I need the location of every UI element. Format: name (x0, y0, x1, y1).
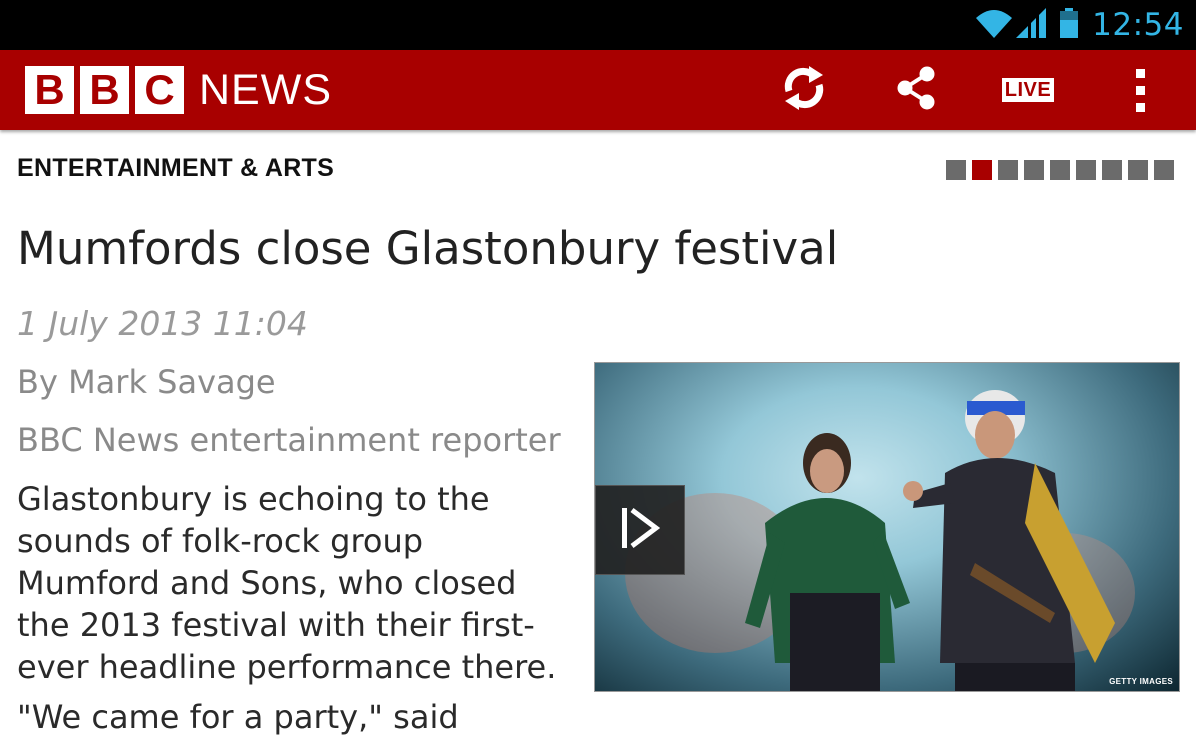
page-indicator-dot (1050, 160, 1070, 180)
article-byline: By Mark Savage (17, 363, 276, 401)
paragraph-line: ever headline performance there. (17, 648, 557, 686)
article-date: 1 July 2013 11:04 (17, 304, 308, 343)
logo-letter-b1: B (25, 66, 74, 114)
video-play-icon (620, 506, 661, 554)
logo-news-word: NEWS (199, 65, 332, 114)
page-indicator-dot (1076, 160, 1096, 180)
live-button[interactable]: LIVE (988, 50, 1068, 130)
wifi-icon (974, 6, 1014, 44)
page-indicator-dot (1102, 160, 1122, 180)
logo-letter-b2: B (80, 66, 129, 114)
signal-icon (1014, 6, 1048, 44)
page-indicator-dot (1128, 160, 1148, 180)
status-bar: 12:54 (0, 0, 1196, 50)
bbc-news-logo[interactable]: B B C NEWS (25, 66, 332, 114)
battery-icon (1058, 6, 1080, 44)
status-time: 12:54 (1092, 7, 1184, 43)
refresh-icon (779, 63, 829, 117)
page-indicator-dot (946, 160, 966, 180)
page-indicator (946, 160, 1174, 180)
page-indicator-dot-active (972, 160, 992, 180)
share-button[interactable] (876, 50, 956, 130)
article-paragraph: Glastonbury is echoing to the sounds of … (17, 478, 577, 688)
overflow-menu-button[interactable] (1100, 50, 1180, 130)
status-icons: 12:54 (974, 0, 1196, 50)
paragraph-line: Glastonbury is echoing to the (17, 480, 490, 518)
video-play-button[interactable] (595, 485, 685, 575)
page-indicator-dot (1154, 160, 1174, 180)
live-badge: LIVE (1001, 78, 1055, 102)
article-paragraph-next: "We came for a party," said (17, 698, 459, 736)
overflow-menu-icon (1135, 68, 1145, 112)
author-role: BBC News entertainment reporter (17, 421, 561, 459)
article-headline: Mumfords close Glastonbury festival (17, 222, 839, 275)
share-icon (894, 65, 938, 115)
article-image[interactable]: GETTY IMAGES (594, 362, 1180, 692)
paragraph-line: Mumford and Sons, who closed (17, 564, 517, 602)
section-label: ENTERTAINMENT & ARTS (17, 154, 335, 182)
page-indicator-dot (1024, 160, 1044, 180)
action-bar: B B C NEWS LIVE (0, 50, 1196, 130)
paragraph-line: the 2013 festival with their first- (17, 606, 535, 644)
logo-letter-c: C (135, 66, 184, 114)
paragraph-line: sounds of folk-rock group (17, 522, 424, 560)
page-indicator-dot (998, 160, 1018, 180)
refresh-button[interactable] (764, 50, 844, 130)
photo-credit: GETTY IMAGES (1109, 677, 1173, 686)
